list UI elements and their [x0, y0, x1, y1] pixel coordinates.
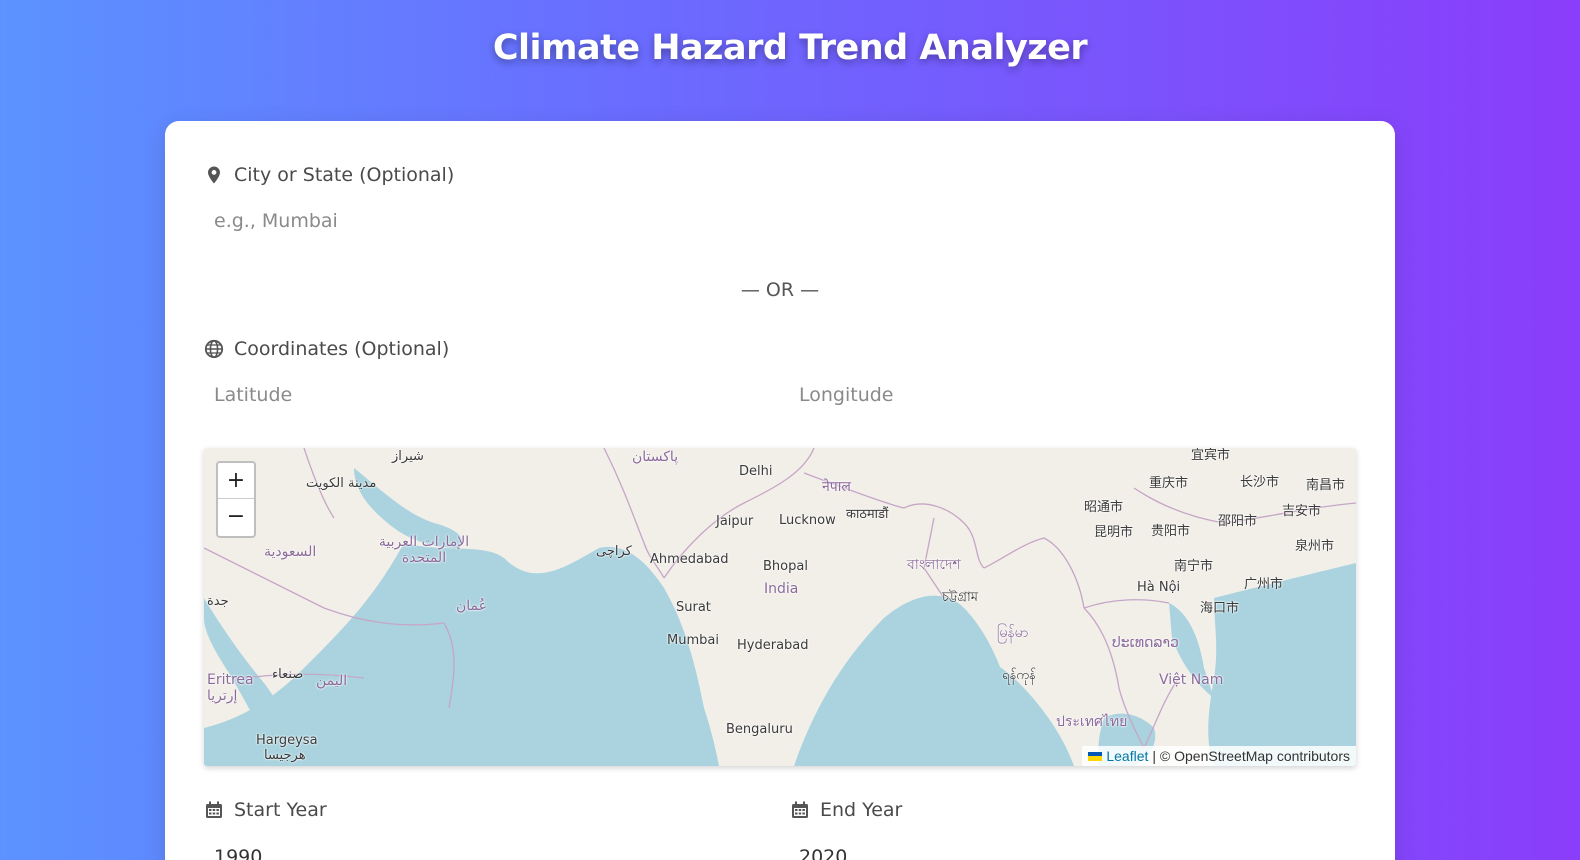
map-label-laos: ປະເທດລາວ — [1112, 635, 1179, 651]
map-label-eritrea-ar: إرتريا — [207, 688, 238, 704]
map-label-nepal: नेपाल — [822, 479, 851, 495]
longitude-input[interactable] — [790, 375, 1355, 415]
map-label-yangon: ရန်ကုန် — [1002, 668, 1036, 683]
start-year-input[interactable] — [205, 837, 765, 860]
map-label-vietnam: Việt Nam — [1159, 672, 1224, 688]
city-state-label: City or State (Optional) — [234, 164, 455, 186]
city-state-label-row: City or State (Optional) — [204, 164, 454, 186]
leaflet-link[interactable]: Leaflet — [1106, 746, 1148, 766]
map-label-thailand: ประเทศไทย — [1056, 714, 1128, 730]
map-label-bangladesh: বাংলাদেশ — [907, 557, 961, 573]
map-label-delhi: Delhi — [739, 464, 773, 479]
map-label-saudi: السعودية — [264, 544, 317, 560]
map-label-guiyang: 贵阳市 — [1151, 524, 1191, 539]
map-label-shaoyang: 邵阳市 — [1218, 514, 1258, 529]
map-label-hyderabad: Hyderabad — [737, 638, 809, 653]
coordinates-label: Coordinates (Optional) — [234, 338, 450, 360]
map-label-hargeysa: Hargeysa — [256, 733, 318, 748]
map-label-haikou: 海口市 — [1200, 601, 1240, 616]
map-basemap — [204, 448, 1356, 766]
coordinates-label-row: Coordinates (Optional) — [204, 338, 449, 360]
map-label-india: India — [764, 581, 799, 597]
end-year-input[interactable] — [790, 837, 1355, 860]
map-label-uae: الإمارات العربية المتحدة — [378, 534, 470, 566]
map-label-lucknow: Lucknow — [779, 513, 836, 528]
map-label-kunming: 昆明市 — [1094, 525, 1134, 540]
end-year-label-row: End Year — [790, 799, 902, 821]
start-year-label-row: Start Year — [204, 799, 327, 821]
calendar-icon — [790, 800, 810, 820]
map-label-zhaotong: 昭通市 — [1084, 500, 1124, 515]
map-label-pakistan: پاکستان — [632, 449, 679, 465]
map-label-nanning: 南宁市 — [1174, 559, 1214, 574]
map-label-hargeysa-ar: هرجيسا — [264, 748, 306, 763]
map-label-sanaa: صنعاء — [272, 667, 304, 682]
map-label-oman: عُمان — [456, 598, 487, 614]
map-label-eritrea: Eritrea — [207, 672, 254, 688]
map-label-kathmandu: काठमाडौं — [846, 507, 889, 522]
map-label-jeddah: جدة — [207, 594, 229, 609]
map-label-myanmar: မြန်မာ — [997, 625, 1029, 641]
map-label-yibin: 宜宾市 — [1191, 448, 1231, 463]
map-label-shiraz: شیراز — [392, 449, 424, 464]
map-label-yemen: اليمن — [316, 673, 348, 689]
map-label-ahmedabad: Ahmedabad — [650, 552, 729, 567]
map-label-mumbai: Mumbai — [667, 633, 719, 648]
form-card: City or State (Optional) — OR — Coordina… — [165, 121, 1395, 860]
map-label-bhopal: Bhopal — [763, 559, 808, 574]
location-map[interactable]: Delhi Lucknow Jaipur Ahmedabad Bhopal In… — [204, 448, 1356, 766]
start-year-label: Start Year — [234, 799, 327, 821]
ukraine-flag-icon — [1088, 751, 1103, 761]
map-label-jaipur: Jaipur — [716, 514, 754, 529]
map-label-kuwait: مدينة الكويت — [306, 476, 377, 491]
map-label-chongqing: 重庆市 — [1149, 476, 1189, 491]
calendar-icon — [204, 800, 224, 820]
map-label-bengaluru: Bengaluru — [726, 722, 793, 737]
map-label-hanoi: Hà Nội — [1137, 580, 1181, 595]
map-label-quanzhou: 泉州市 — [1295, 539, 1335, 554]
zoom-in-button[interactable]: + — [218, 463, 254, 499]
globe-icon — [204, 339, 224, 359]
end-year-label: End Year — [820, 799, 903, 821]
or-separator: — OR — — [740, 279, 820, 301]
latitude-input[interactable] — [205, 375, 765, 415]
attribution-text: | © OpenStreetMap contributors — [1152, 748, 1350, 764]
city-state-input[interactable] — [205, 201, 1355, 241]
zoom-out-button[interactable]: − — [218, 499, 254, 535]
map-label-surat: Surat — [676, 600, 711, 615]
map-attribution: Leaflet | © OpenStreetMap contributors — [1082, 746, 1356, 766]
page-title: Climate Hazard Trend Analyzer — [492, 28, 1088, 68]
map-label-chattogram: চট্টগ্রাম — [942, 590, 978, 605]
map-label-karachi: کراچی — [596, 544, 632, 559]
map-label-nanchang: 南昌市 — [1306, 478, 1346, 493]
map-label-jian: 吉安市 — [1282, 504, 1322, 519]
map-label-guangzhou: 广州市 — [1244, 577, 1284, 592]
map-label-changsha: 长沙市 — [1240, 475, 1280, 490]
map-pin-icon — [204, 165, 224, 185]
map-zoom-control: + − — [216, 461, 256, 538]
